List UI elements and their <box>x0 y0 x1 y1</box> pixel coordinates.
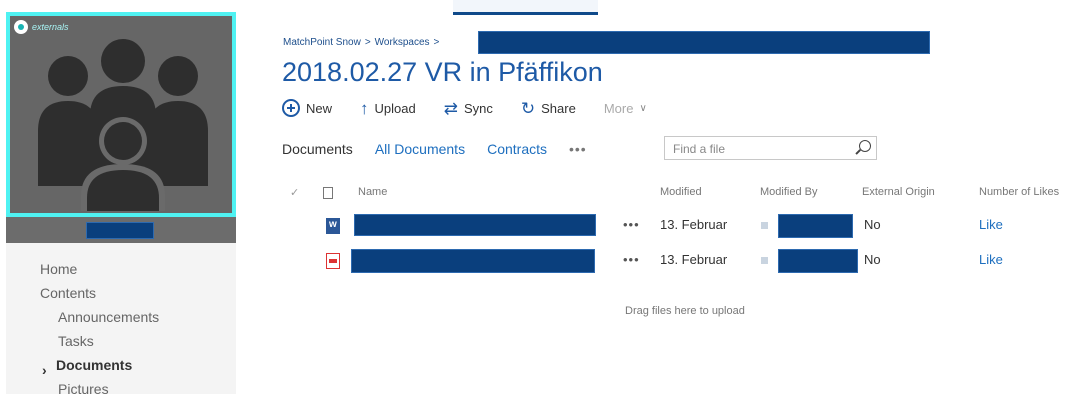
breadcrumb-separator: > <box>364 37 371 48</box>
nav-item-contents[interactable]: Contents <box>6 281 236 305</box>
nav-item-announcements[interactable]: Announcements <box>6 305 236 329</box>
view-selector: Documents All Documents Contracts ••• <box>282 141 619 157</box>
sync-icon: ⇄ <box>443 98 458 118</box>
list-header: ✓ Name Modified Modified By External Ori… <box>0 186 1081 204</box>
sync-button[interactable]: ⇄ Sync <box>444 100 493 117</box>
search-input[interactable] <box>671 138 855 160</box>
row-modified: 13. Februar <box>660 217 728 232</box>
more-button[interactable]: More ∨ <box>604 101 647 116</box>
row-external-origin: No <box>864 217 881 232</box>
new-button[interactable]: New <box>282 99 332 117</box>
redacted-breadcrumb-item <box>478 31 930 54</box>
drop-zone-hint: Drag files here to upload <box>625 305 745 317</box>
page-title: 2018.02.27 VR in Pfäffikon <box>282 57 603 87</box>
eye-icon <box>14 20 28 34</box>
column-header-likes[interactable]: Number of Likes <box>979 186 1059 198</box>
nav-item-tasks[interactable]: Tasks <box>6 329 236 353</box>
more-button-label: More <box>603 100 634 116</box>
row-menu-button[interactable]: ••• <box>623 217 640 232</box>
user-presence-icon <box>761 222 768 229</box>
breadcrumb-item-matchpoint[interactable]: MatchPoint Snow <box>283 37 361 48</box>
select-all-checkmark-icon[interactable]: ✓ <box>290 186 299 199</box>
user-presence-icon <box>761 257 768 264</box>
plus-circle-icon <box>282 99 300 117</box>
share-button[interactable]: ↻ Share <box>521 100 576 117</box>
breadcrumb-item-workspaces[interactable]: Workspaces <box>375 37 430 48</box>
redacted-file-name[interactable] <box>351 249 595 273</box>
search-icon[interactable] <box>859 140 871 152</box>
column-header-external-origin[interactable]: External Origin <box>862 186 935 198</box>
command-bar: New ↑ Upload ⇄ Sync ↻ Share More ∨ <box>282 99 647 117</box>
upload-button-label: Upload <box>374 100 416 116</box>
top-accent-bar <box>453 0 598 15</box>
nav-item-documents[interactable]: › Documents <box>6 353 236 378</box>
row-menu-button[interactable]: ••• <box>623 252 640 267</box>
external-badge: externals <box>14 20 69 34</box>
table-row[interactable]: ••• 13. Februar No Like <box>0 249 1081 273</box>
sync-button-label: Sync <box>463 100 493 116</box>
redacted-modified-by[interactable] <box>778 214 853 238</box>
column-header-modified-by[interactable]: Modified By <box>760 186 817 198</box>
chevron-right-icon: › <box>42 362 47 378</box>
view-documents[interactable]: Documents <box>282 141 353 157</box>
view-contracts[interactable]: Contracts <box>487 141 547 157</box>
upload-button[interactable]: ↑ Upload <box>360 100 416 117</box>
pdf-file-icon <box>326 253 340 269</box>
chevron-down-icon: ∨ <box>639 102 647 114</box>
view-all-documents[interactable]: All Documents <box>375 141 465 157</box>
more-views-button[interactable]: ••• <box>569 141 587 157</box>
redacted-modified-by[interactable] <box>778 249 858 273</box>
column-header-modified[interactable]: Modified <box>660 186 702 198</box>
column-header-name[interactable]: Name <box>358 186 387 198</box>
group-people-icon <box>38 39 208 211</box>
document-type-icon <box>323 187 333 199</box>
new-button-label: New <box>306 100 333 116</box>
nav-item-pictures[interactable]: Pictures <box>6 377 236 401</box>
row-external-origin: No <box>864 252 881 267</box>
nav-item-documents-label: Documents <box>56 357 133 373</box>
row-modified: 13. Februar <box>660 252 728 267</box>
word-file-icon <box>326 218 340 234</box>
breadcrumb-separator: > <box>433 37 440 48</box>
table-row[interactable]: ••• 13. Februar No Like <box>0 214 1081 238</box>
redacted-file-name[interactable] <box>354 214 596 236</box>
like-link[interactable]: Like <box>979 252 1003 267</box>
search-box <box>664 136 877 160</box>
share-icon: ↻ <box>520 98 536 118</box>
quick-launch-nav: Home Contents Announcements Tasks › Docu… <box>6 257 236 401</box>
external-badge-label: externals <box>32 22 69 32</box>
like-link[interactable]: Like <box>979 217 1003 232</box>
upload-icon: ↑ <box>360 98 369 118</box>
share-button-label: Share <box>541 100 576 116</box>
breadcrumb: MatchPoint Snow > Workspaces > <box>283 37 439 48</box>
